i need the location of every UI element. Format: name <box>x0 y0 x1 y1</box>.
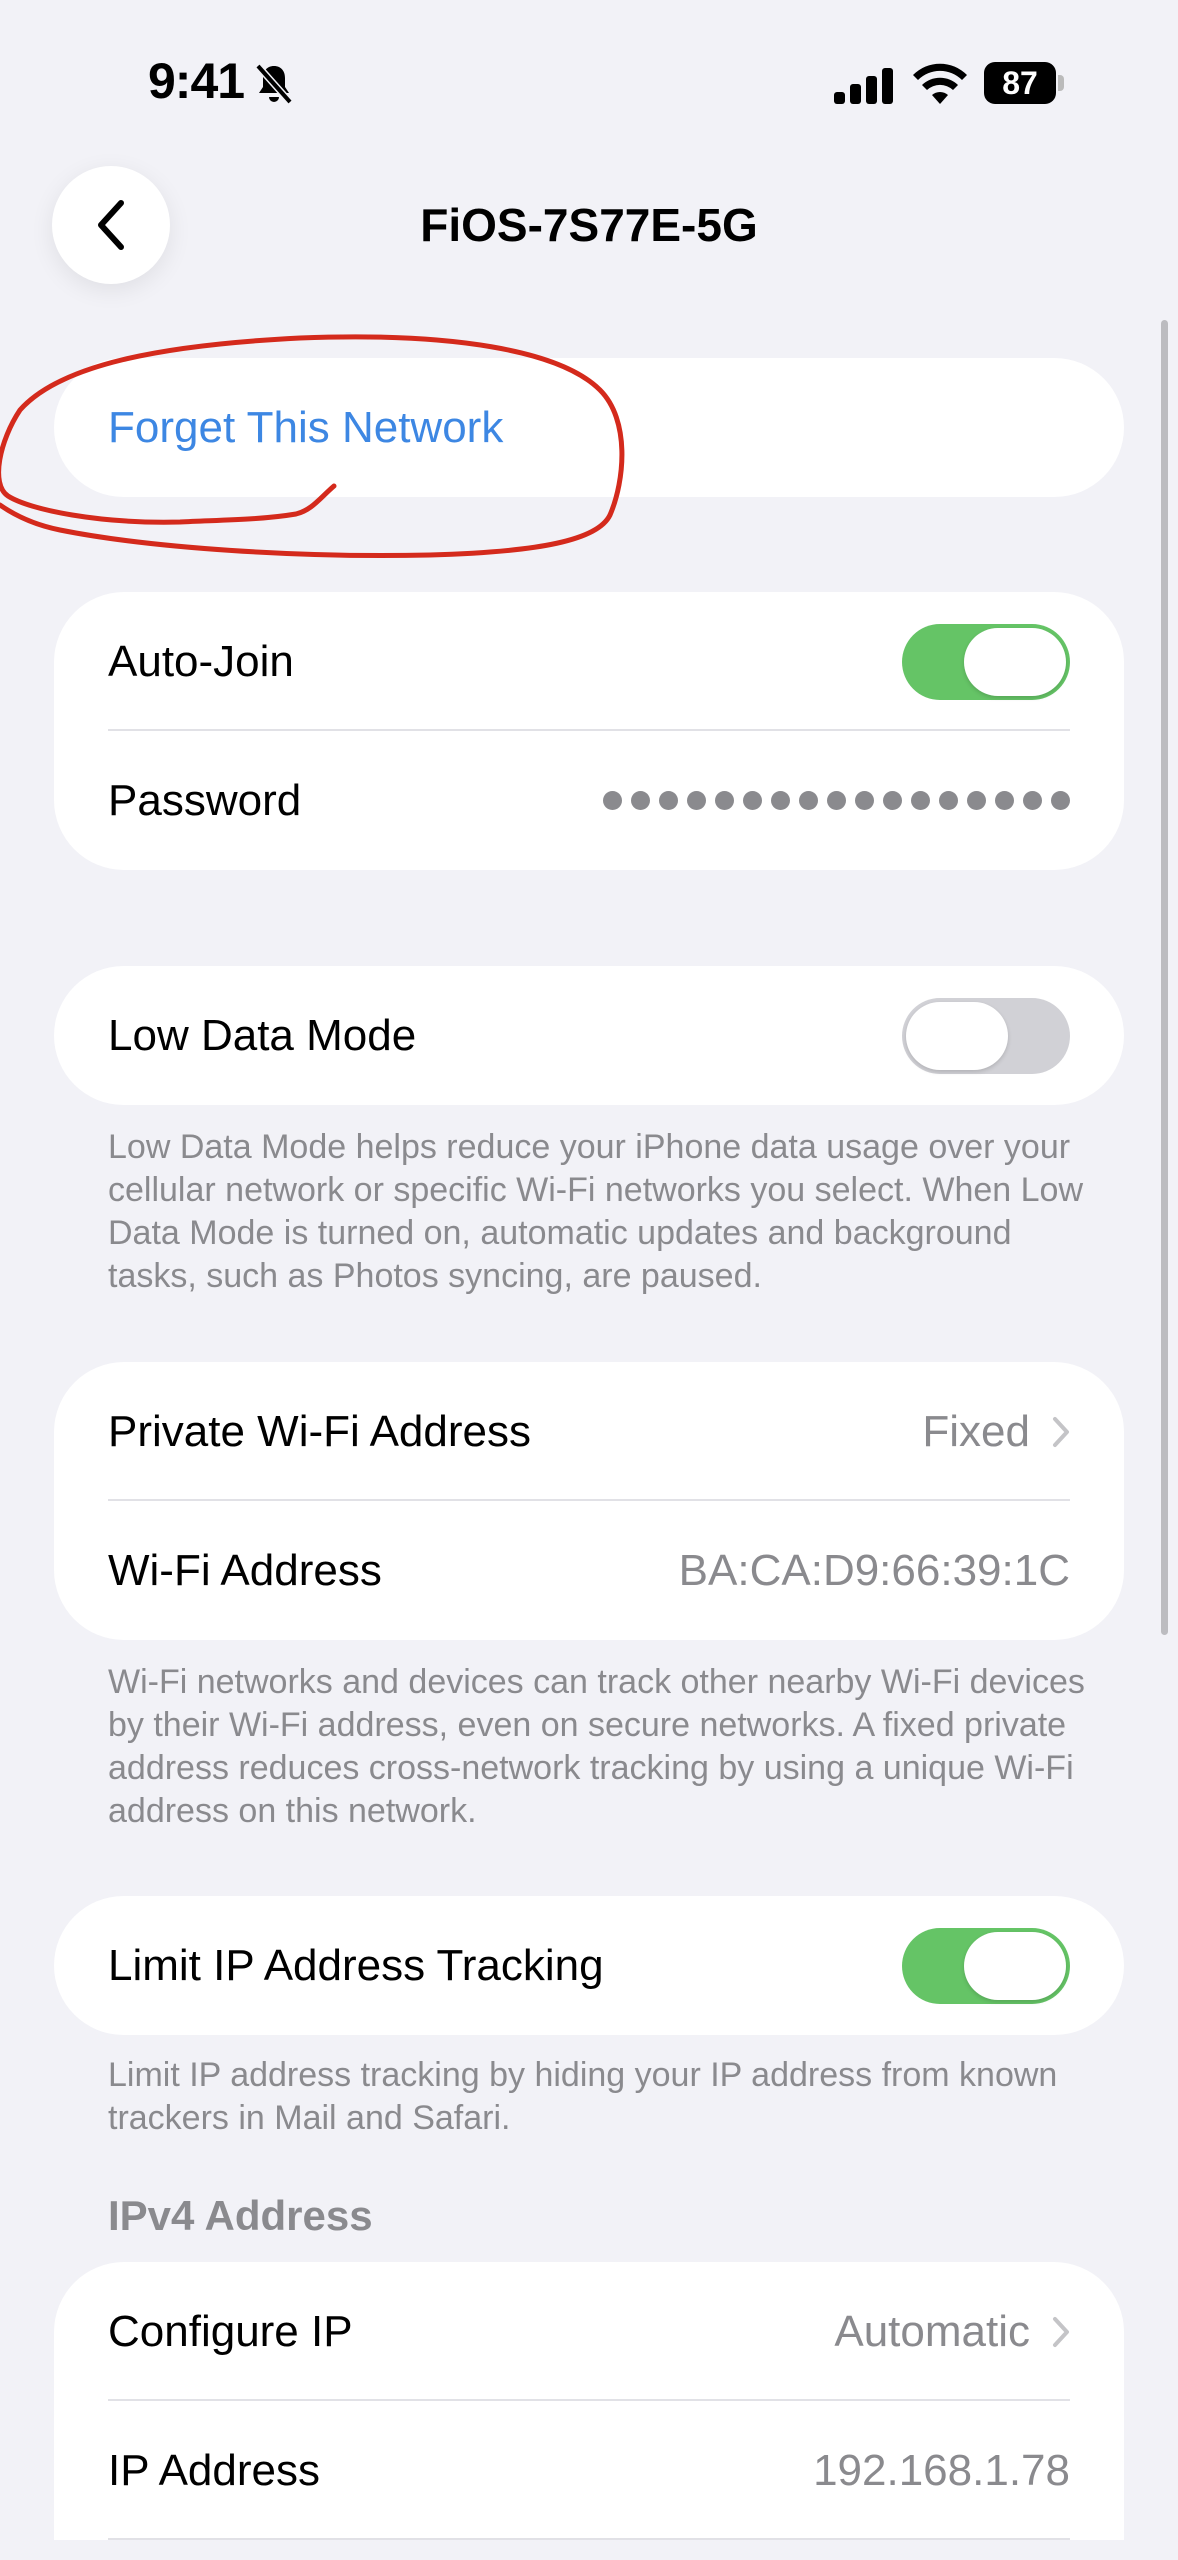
forget-network-label: Forget This Network <box>108 402 504 452</box>
wifi-icon <box>913 63 967 104</box>
address-card: Private Wi-Fi Address Fixed Wi-Fi Addres… <box>54 1362 1124 1640</box>
battery-indicator: 87 <box>984 62 1066 104</box>
wifi-address-label: Wi-Fi Address <box>108 1545 382 1595</box>
ip-address-value: 192.168.1.78 <box>813 2445 1070 2495</box>
auto-join-toggle[interactable] <box>902 623 1070 700</box>
battery-tip <box>1058 75 1064 91</box>
password-label: Password <box>108 775 302 825</box>
toggle-knob <box>964 627 1066 696</box>
configure-ip-value: Automatic <box>834 2306 1030 2356</box>
scroll-indicator[interactable] <box>1161 320 1168 1635</box>
auto-join-row: Auto-Join <box>54 592 1124 731</box>
toggle-knob <box>964 1931 1066 2000</box>
low-data-footnote: Low Data Mode helps reduce your iPhone d… <box>108 1128 1083 1295</box>
low-data-card: Low Data Mode <box>54 966 1124 1105</box>
forget-network-card: Forget This Network <box>54 358 1124 497</box>
chevron-right-icon <box>1052 2316 1070 2348</box>
chevron-right-icon <box>1052 1416 1070 1448</box>
page-title: FiOS-7S77E-5G <box>420 199 758 251</box>
limit-ip-footnote: Limit IP address tracking by hiding your… <box>108 2056 1058 2137</box>
limit-ip-card: Limit IP Address Tracking <box>54 1896 1124 2035</box>
toggle-knob <box>906 1001 1008 1070</box>
configure-ip-row[interactable]: Configure IP Automatic <box>54 2262 1124 2401</box>
low-data-toggle[interactable] <box>902 997 1070 1074</box>
limit-ip-label: Limit IP Address Tracking <box>108 1940 604 1990</box>
wifi-address-value: BA:CA:D9:66:39:1C <box>678 1545 1070 1595</box>
ipv4-section-header: IPv4 Address <box>108 2192 373 2239</box>
password-masked-value <box>603 791 1070 810</box>
limit-ip-row: Limit IP Address Tracking <box>54 1896 1124 2035</box>
battery-level: 87 <box>984 62 1056 104</box>
bell-slash-icon <box>255 63 293 105</box>
ipv4-card: Configure IP Automatic IP Address 192.16… <box>54 2262 1124 2540</box>
join-settings-card: Auto-Join Password <box>54 592 1124 870</box>
low-data-label: Low Data Mode <box>108 1010 417 1060</box>
ip-address-label: IP Address <box>108 2445 320 2495</box>
wifi-address-row: Wi-Fi Address BA:CA:D9:66:39:1C <box>54 1501 1124 1640</box>
private-address-label: Private Wi-Fi Address <box>108 1406 531 1456</box>
low-data-row: Low Data Mode <box>54 966 1124 1105</box>
configure-ip-label: Configure IP <box>108 2306 353 2356</box>
private-address-row[interactable]: Private Wi-Fi Address Fixed <box>54 1362 1124 1501</box>
wifi-address-footnote: Wi-Fi networks and devices can track oth… <box>108 1663 1085 1830</box>
password-row[interactable]: Password <box>54 731 1124 870</box>
limit-ip-toggle[interactable] <box>902 1927 1070 2004</box>
private-address-value: Fixed <box>922 1406 1030 1456</box>
status-time: 9:41 <box>148 53 245 109</box>
auto-join-label: Auto-Join <box>108 636 294 686</box>
forget-network-button[interactable]: Forget This Network <box>54 358 1124 497</box>
ip-address-row: IP Address 192.168.1.78 <box>54 2401 1124 2540</box>
cellular-signal-icon <box>834 68 893 104</box>
